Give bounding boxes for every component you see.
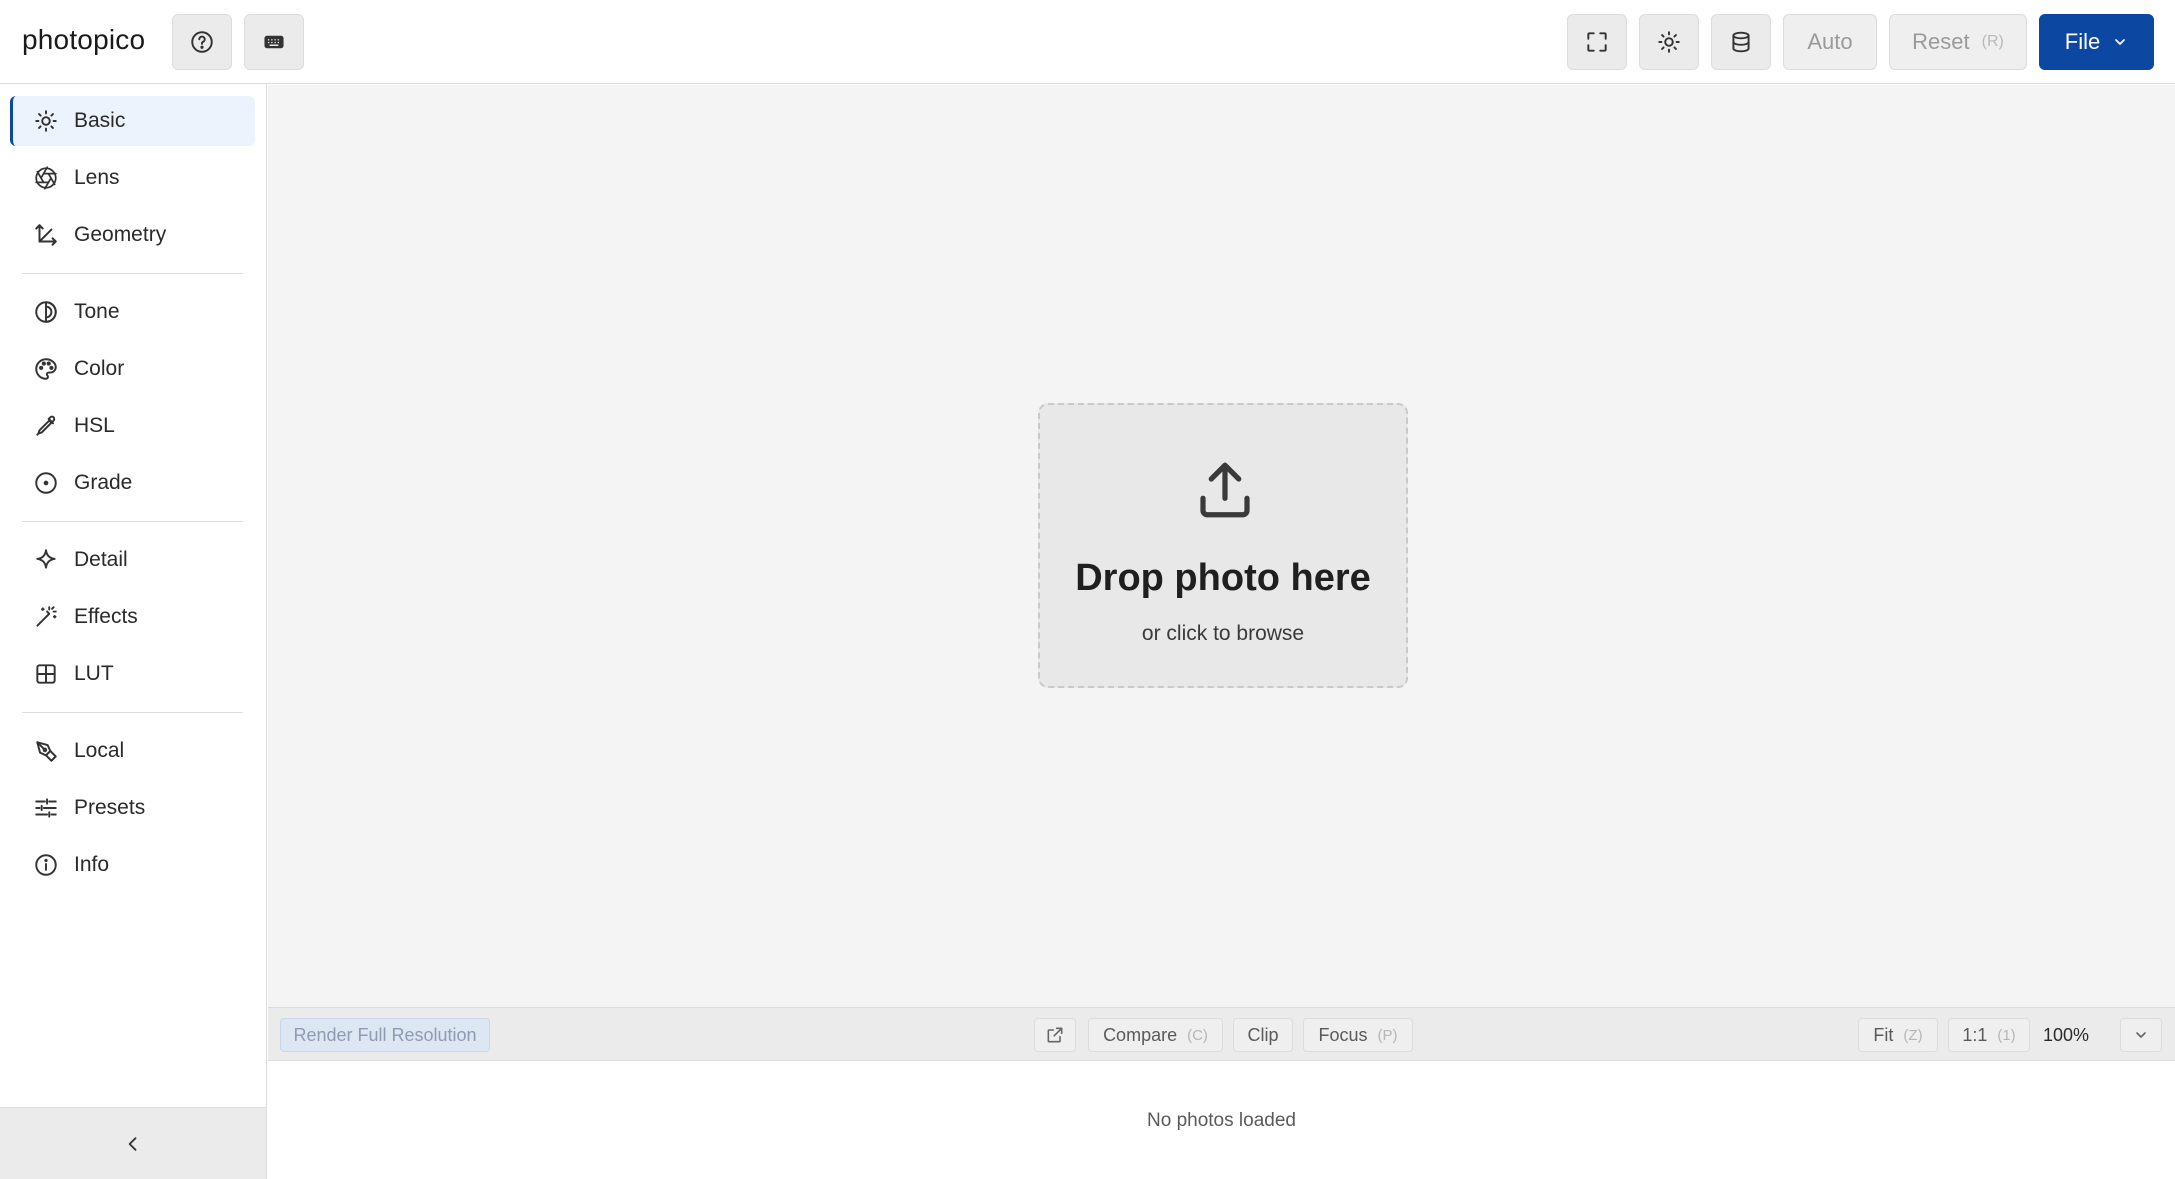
app-header: photopico Auto Reset (R) File — [0, 0, 2175, 84]
sidebar-item-label: Presets — [74, 796, 146, 819]
sidebar-item-lens[interactable]: Lens — [10, 153, 255, 203]
sidebar-item-effects[interactable]: Effects — [10, 592, 255, 642]
filmstrip-empty-text: No photos loaded — [1147, 1110, 1296, 1131]
fit-label: Fit — [1873, 1024, 1894, 1045]
clip-label: Clip — [1247, 1024, 1279, 1045]
sidebar-item-label: HSL — [74, 414, 115, 437]
pen-tool-icon — [32, 737, 60, 765]
aperture-icon — [32, 164, 60, 192]
fit-button[interactable]: Fit (Z) — [1858, 1018, 1938, 1052]
compare-shortcut: (C) — [1187, 1026, 1208, 1044]
sidebar-item-label: Color — [74, 357, 125, 380]
filmstrip: No photos loaded — [268, 1062, 2175, 1179]
reset-button[interactable]: Reset (R) — [1889, 14, 2027, 70]
sun-icon — [32, 107, 60, 135]
render-label: Render Full Resolution — [293, 1024, 477, 1045]
actual-size-label: 1:1 — [1962, 1024, 1988, 1045]
sidebar-item-label: Geometry — [74, 223, 167, 246]
fullscreen-icon — [1587, 32, 1607, 52]
info-icon — [32, 851, 60, 879]
sidebar-item-label: Detail — [74, 548, 128, 571]
sidebar-item-detail[interactable]: Detail — [10, 535, 255, 585]
sparkle-icon — [32, 546, 60, 574]
sidebar-item-label: Local — [74, 739, 125, 762]
keyboard-icon — [264, 35, 284, 49]
compare-label: Compare — [1103, 1024, 1178, 1045]
target-icon — [32, 469, 60, 497]
sidebar-item-grade[interactable]: Grade — [10, 458, 255, 508]
reset-shortcut: (R) — [1981, 33, 2004, 50]
eyedropper-icon — [32, 412, 60, 440]
app-logo: photopico — [22, 24, 146, 55]
sidebar-item-presets[interactable]: Presets — [10, 783, 255, 833]
zoom-level: 100% — [2043, 1025, 2090, 1045]
sidebar-item-label: Lens — [74, 166, 120, 189]
actual-size-button[interactable]: 1:1 (1) — [1948, 1018, 2030, 1052]
sidebar-divider — [22, 521, 243, 522]
sidebar-item-label: Tone — [74, 300, 120, 323]
sidebar: Basic Lens Geometry Tone Color HSL Grade… — [0, 84, 267, 1179]
sidebar-item-label: Grade — [74, 471, 133, 494]
palette-icon — [32, 355, 60, 383]
theme-toggle-button[interactable] — [1639, 14, 1699, 70]
clip-button[interactable]: Clip — [1233, 1018, 1293, 1052]
sidebar-item-info[interactable]: Info — [10, 840, 255, 890]
magic-wand-icon — [32, 603, 60, 631]
render-full-resolution-button[interactable]: Render Full Resolution — [280, 1018, 490, 1052]
file-menu-button[interactable]: File — [2039, 14, 2154, 70]
sidebar-item-lut[interactable]: LUT — [10, 649, 255, 699]
grid-icon — [32, 660, 60, 688]
dropzone-subtitle: or click to browse — [1141, 622, 1305, 645]
sidebar-item-geometry[interactable]: Geometry — [10, 210, 255, 260]
sidebar-item-basic[interactable]: Basic — [10, 96, 255, 146]
axes-icon — [32, 221, 60, 249]
help-button[interactable] — [172, 14, 232, 70]
auto-button[interactable]: Auto — [1783, 14, 1877, 70]
help-icon — [191, 31, 213, 53]
database-icon — [1732, 31, 1750, 53]
chevron-down-icon — [2115, 39, 2126, 45]
storage-button[interactable] — [1711, 14, 1771, 70]
compare-button[interactable]: Compare (C) — [1088, 1018, 1223, 1052]
focus-button[interactable]: Focus (P) — [1303, 1018, 1413, 1052]
keyboard-shortcuts-button[interactable] — [244, 14, 304, 70]
sidebar-divider — [22, 712, 243, 713]
sidebar-item-label: Info — [74, 853, 110, 876]
zoom-options-button[interactable] — [2120, 1018, 2162, 1052]
sidebar-item-local[interactable]: Local — [10, 726, 255, 776]
fullscreen-button[interactable] — [1567, 14, 1627, 70]
sun-icon — [1658, 31, 1680, 53]
sidebar-item-hsl[interactable]: HSL — [10, 401, 255, 451]
external-link-icon — [1047, 1027, 1063, 1043]
focus-label: Focus — [1318, 1024, 1368, 1045]
open-external-button[interactable] — [1034, 1018, 1076, 1052]
focus-shortcut: (P) — [1377, 1026, 1398, 1044]
sidebar-item-label: Effects — [74, 605, 138, 628]
sidebar-item-label: Basic — [74, 109, 126, 132]
editor-canvas: Drop photo here or click to browse — [268, 85, 2175, 1007]
fit-shortcut: (Z) — [1903, 1026, 1923, 1044]
actual-size-shortcut: (1) — [1997, 1026, 2016, 1044]
upload-icon — [1200, 462, 1250, 518]
sliders-icon — [32, 794, 60, 822]
reset-label: Reset — [1912, 29, 1970, 54]
sidebar-divider — [22, 273, 243, 274]
view-toolbar: Render Full Resolution Compare (C) Clip … — [268, 1007, 2175, 1061]
sidebar-item-label: LUT — [74, 662, 114, 685]
sidebar-item-tone[interactable]: Tone — [10, 287, 255, 337]
photo-dropzone[interactable]: Drop photo here or click to browse — [1038, 403, 1408, 688]
chevron-left-icon — [128, 1136, 137, 1151]
dropzone-title: Drop photo here — [1075, 557, 1371, 599]
auto-label: Auto — [1807, 29, 1853, 54]
collapse-sidebar-button[interactable] — [0, 1107, 266, 1179]
chevron-down-icon — [2136, 1032, 2146, 1038]
half-circle-icon — [32, 298, 60, 326]
file-label: File — [2064, 29, 2101, 54]
sidebar-item-color[interactable]: Color — [10, 344, 255, 394]
